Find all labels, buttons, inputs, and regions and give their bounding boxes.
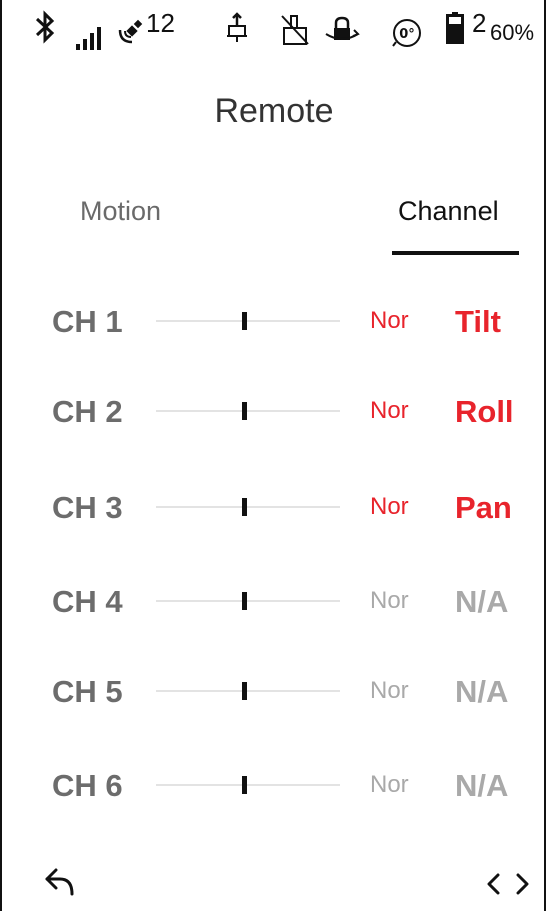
channel-function[interactable]: N/A: [455, 674, 508, 710]
channel-function[interactable]: Roll: [455, 394, 514, 430]
channel-label: CH 2: [52, 394, 123, 429]
battery-percent-text: 60%: [490, 20, 535, 45]
channel-mode[interactable]: Nor: [370, 771, 409, 799]
code-brackets-icon[interactable]: [486, 872, 530, 901]
page-title: Remote: [214, 92, 334, 130]
channel-slider-track[interactable]: [156, 320, 340, 322]
channel-label: CH 4: [52, 584, 123, 619]
channel-slider-track[interactable]: [156, 410, 340, 412]
channel-row: CH 1 Nor Tilt: [0, 296, 548, 346]
battery-index-text: 2: [472, 8, 487, 38]
channel-slider-thumb[interactable]: [242, 312, 247, 330]
battery-icon: [446, 12, 464, 72]
tab-motion[interactable]: Motion: [80, 196, 161, 226]
channel-slider-track[interactable]: [156, 690, 340, 692]
channel-function[interactable]: N/A: [455, 768, 508, 804]
channel-mode[interactable]: Nor: [370, 677, 409, 705]
antenna-mode-icon: [224, 12, 250, 72]
channel-slider-thumb[interactable]: [242, 498, 247, 516]
channel-row: CH 6 Nor N/A: [0, 760, 548, 810]
gps-count: 12: [146, 10, 175, 70]
channel-row: CH 2 Nor Roll: [0, 386, 548, 436]
channel-function[interactable]: Pan: [455, 490, 512, 526]
channel-row: CH 4 Nor N/A: [0, 576, 548, 626]
tab-channel-indicator: [392, 251, 519, 255]
channel-mode[interactable]: Nor: [370, 307, 409, 335]
motor-off-icon: [280, 12, 310, 72]
channel-slider-thumb[interactable]: [242, 402, 247, 420]
channel-label: CH 3: [52, 490, 123, 525]
signal-bars-icon: [76, 26, 102, 86]
channel-slider-thumb[interactable]: [242, 776, 247, 794]
battery-index: 2: [472, 10, 486, 70]
status-bar: 12 0° 2 60%: [0, 10, 548, 70]
channel-mode[interactable]: Nor: [370, 397, 409, 425]
tab-channel[interactable]: Channel: [398, 196, 499, 226]
channel-mode[interactable]: Nor: [370, 587, 409, 615]
battery-percent: 60%: [490, 22, 534, 82]
back-arrow-icon[interactable]: [44, 866, 78, 903]
channel-row: CH 3 Nor Pan: [0, 482, 548, 532]
gps-count-text: 12: [146, 8, 175, 38]
channel-slider-thumb[interactable]: [242, 592, 247, 610]
channel-label: CH 6: [52, 768, 123, 803]
rotate-lock-icon: [324, 16, 360, 76]
channel-mode[interactable]: Nor: [370, 493, 409, 521]
channel-slider-track[interactable]: [156, 784, 340, 786]
orientation-zero-icon: 0°: [390, 16, 424, 76]
bluetooth-icon: [34, 10, 56, 70]
channel-function[interactable]: Tilt: [455, 304, 501, 340]
channel-slider-track[interactable]: [156, 506, 340, 508]
channel-label: CH 1: [52, 304, 123, 339]
channel-label: CH 5: [52, 674, 123, 709]
satellite-icon: [118, 18, 144, 78]
channel-slider-track[interactable]: [156, 600, 340, 602]
rotation-badge-text: 0°: [399, 27, 415, 42]
channel-function[interactable]: N/A: [455, 584, 508, 620]
channel-slider-thumb[interactable]: [242, 682, 247, 700]
channel-row: CH 5 Nor N/A: [0, 666, 548, 716]
